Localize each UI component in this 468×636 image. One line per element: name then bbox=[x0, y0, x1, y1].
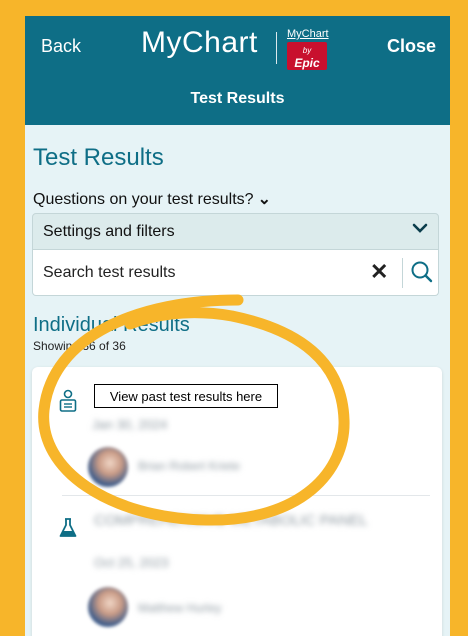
settings-label: Settings and filters bbox=[43, 223, 175, 240]
chevron-down-icon: ⌄ bbox=[257, 191, 271, 208]
section-title: Individual Results bbox=[33, 314, 190, 336]
result-provider: Matthew Hurley bbox=[138, 601, 222, 615]
questions-toggle[interactable]: Questions on your test results? ⌄ bbox=[33, 189, 271, 209]
result-date: Jan 30, 2024 bbox=[92, 417, 168, 432]
screenshot-frame: Back MyChart MyChart by Epic Close Test … bbox=[0, 0, 468, 636]
clipboard-person-icon bbox=[58, 389, 78, 412]
search-icon[interactable] bbox=[410, 258, 434, 286]
search-divider bbox=[402, 258, 403, 288]
settings-and-filters[interactable]: Settings and filters bbox=[32, 213, 439, 250]
epic-badge-mychart: MyChart bbox=[287, 28, 329, 40]
page-title: Test Results bbox=[33, 144, 164, 171]
annotation-callout: View past test results here bbox=[94, 384, 278, 408]
avatar bbox=[88, 447, 128, 487]
flask-icon bbox=[58, 517, 78, 539]
epic-badge-epic: by Epic bbox=[287, 42, 327, 70]
top-bar: Back MyChart MyChart by Epic Close Test … bbox=[25, 16, 450, 125]
result-title[interactable]: COMPREHENSIVE METABOLIC PANEL bbox=[94, 511, 374, 531]
close-button[interactable]: Close bbox=[387, 36, 436, 57]
questions-label: Questions on your test results? bbox=[33, 191, 254, 208]
row-divider bbox=[62, 495, 430, 496]
search-bar: ✕ bbox=[32, 250, 439, 296]
chevron-down-icon bbox=[412, 220, 428, 241]
mychart-by-epic-logo: MyChart by Epic bbox=[287, 28, 329, 70]
results-count: Showing 36 of 36 bbox=[33, 339, 126, 353]
result-provider: Brian Robert Kriete bbox=[138, 459, 241, 473]
mychart-logo: MyChart bbox=[141, 26, 258, 59]
header-subtitle: Test Results bbox=[190, 90, 285, 107]
result-date: Oct 25, 2023 bbox=[94, 555, 169, 570]
avatar bbox=[88, 587, 128, 627]
search-input[interactable] bbox=[41, 258, 365, 288]
logo-divider bbox=[276, 32, 277, 64]
back-button[interactable]: Back bbox=[41, 36, 81, 57]
app-screen: Back MyChart MyChart by Epic Close Test … bbox=[25, 16, 450, 636]
clear-icon[interactable]: ✕ bbox=[370, 259, 388, 285]
